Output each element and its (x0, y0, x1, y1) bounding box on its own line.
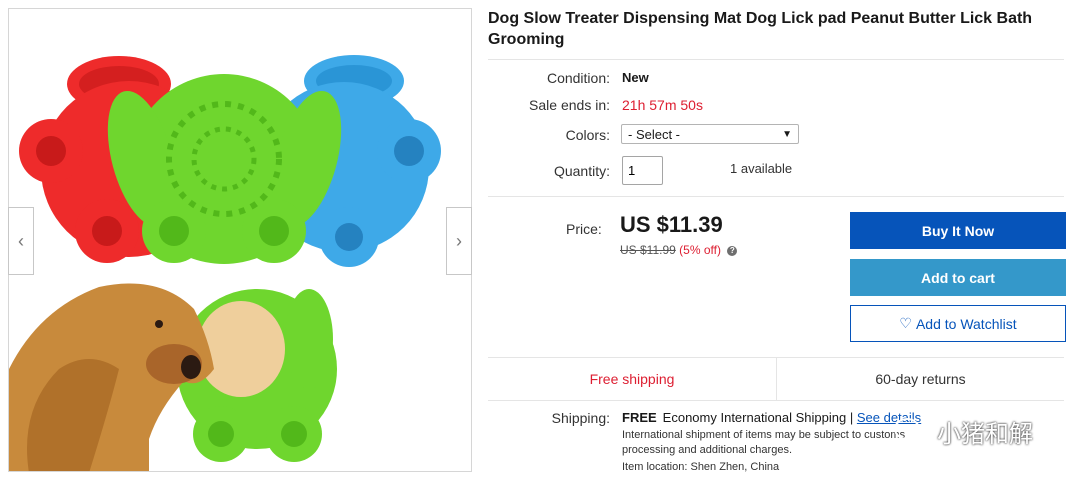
shipping-summary: Free shipping 60-day returns (488, 357, 1064, 401)
sale-countdown: 21h 57m 50s (622, 97, 703, 113)
lick-mat-product-photo (9, 55, 441, 471)
returns-badge: 60-day returns (875, 371, 966, 387)
product-image[interactable] (8, 8, 472, 472)
info-icon[interactable]: ? (727, 245, 738, 256)
watermark: 小猪和解 (893, 414, 1033, 449)
chevron-right-icon: › (456, 230, 462, 251)
available-count: 1 available (730, 161, 793, 176)
chevron-left-icon: ‹ (18, 230, 24, 251)
customs-note: International shipment of items may be s… (622, 429, 906, 456)
shipping-method: FREE Economy International Shipping | See… (622, 410, 921, 425)
divider (488, 196, 1064, 197)
free-shipping-badge: Free shipping (589, 371, 675, 387)
original-price: US $11.99 (5% off) ? (620, 243, 738, 257)
add-to-cart-button[interactable]: Add to cart (850, 259, 1066, 296)
buy-it-now-button[interactable]: Buy It Now (850, 212, 1066, 249)
quantity-input[interactable] (622, 156, 663, 185)
watermark-text: 小猪和解 (937, 421, 1033, 448)
shipping-method-name: Economy International Shipping | (662, 410, 854, 425)
golden-retriever (9, 283, 214, 471)
chevron-down-icon: ▼ (782, 128, 792, 140)
listing-title: Dog Slow Treater Dispensing Mat Dog Lick… (488, 10, 1033, 48)
quantity-label: Quantity: (553, 163, 610, 179)
heart-icon: ♡ (899, 315, 912, 331)
divider (488, 59, 1064, 60)
condition-value: New (622, 70, 649, 85)
discount-percent: (5% off) (679, 243, 721, 257)
item-location: Item location: Shen Zhen, China (622, 461, 780, 473)
condition-label: Condition: (546, 70, 610, 86)
current-price: US $11.39 (620, 212, 723, 237)
shipping-cost: FREE (622, 410, 657, 425)
colors-selected-value: - Select - (628, 126, 681, 142)
next-image-button[interactable]: › (446, 207, 472, 275)
add-to-watchlist-label: Add to Watchlist (915, 315, 1017, 332)
add-to-watchlist-button[interactable]: ♡ Add to Watchlist (850, 305, 1066, 342)
wechat-icon (894, 417, 928, 445)
sale-ends-label: Sale ends in: (529, 97, 610, 113)
colors-label: Colors: (565, 127, 610, 143)
price-label: Price: (566, 221, 602, 237)
previous-image-button[interactable]: ‹ (8, 207, 34, 275)
colors-select[interactable]: - Select - ▼ (621, 124, 799, 144)
original-price-value: US $11.99 (620, 243, 676, 257)
shipping-label: Shipping: (551, 410, 610, 426)
